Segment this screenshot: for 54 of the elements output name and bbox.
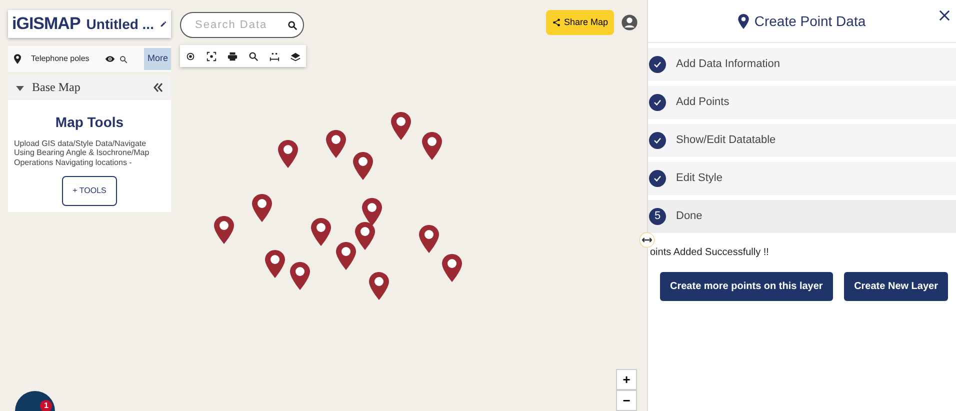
action-button[interactable]: Create more points on this layer: [660, 272, 833, 301]
share-button[interactable]: Share Map: [546, 10, 614, 35]
search-field[interactable]: Search Data: [180, 12, 304, 38]
location-pin-icon: [738, 14, 750, 28]
step-row[interactable]: Add Points: [648, 86, 956, 119]
more-button[interactable]: More: [144, 48, 171, 70]
map[interactable]: [0, 0, 647, 411]
resize-handle-icon[interactable]: [639, 232, 655, 248]
account-icon[interactable]: [621, 14, 638, 31]
success-message: oints Added Successfully !!: [650, 246, 770, 260]
map-pin-icon[interactable]: [336, 242, 356, 270]
step-row[interactable]: 5 Done: [648, 200, 956, 233]
tools-button[interactable]: + TOOLS: [62, 176, 118, 206]
map-pin-icon[interactable]: [214, 216, 234, 244]
print-icon[interactable]: [227, 50, 238, 62]
search-icon[interactable]: [287, 20, 298, 31]
collapse-icon[interactable]: [153, 82, 163, 92]
map-pin-icon[interactable]: [419, 225, 439, 253]
step-row[interactable]: Edit Style: [648, 162, 956, 195]
zoom-icon[interactable]: [119, 54, 128, 64]
action-button[interactable]: Create New Layer: [844, 272, 948, 301]
tools-description: Upload GIS data/Style Data/Navigate Using Bearing Angle & Isochrone/Map Operations Navigating locations -: [14, 138, 150, 168]
zoom-out-button[interactable]: −: [616, 390, 637, 411]
map-pin-icon[interactable]: [252, 194, 272, 222]
panel-title: Create Point Data: [754, 12, 866, 30]
map-pin-icon[interactable]: [355, 222, 375, 250]
map-pin-icon[interactable]: [265, 250, 285, 278]
map-pin-icon[interactable]: [353, 152, 373, 180]
map-pin-icon[interactable]: [422, 132, 442, 160]
map-pin-icon[interactable]: [442, 254, 462, 282]
eye-icon[interactable]: [105, 54, 116, 64]
target-icon[interactable]: [185, 50, 196, 62]
map-pin-icon[interactable]: [326, 130, 346, 158]
zoom-in-button[interactable]: +: [616, 369, 637, 390]
map-pin-icon[interactable]: [311, 218, 331, 246]
layers-icon[interactable]: [290, 50, 301, 62]
close-icon[interactable]: [939, 10, 950, 21]
search-icon[interactable]: [248, 50, 259, 62]
focus-icon[interactable]: [206, 50, 217, 62]
map-pin-icon[interactable]: [290, 262, 310, 290]
share-icon: [552, 18, 561, 27]
step-row[interactable]: Show/Edit Datatable: [648, 124, 956, 157]
map-pin-icon[interactable]: [369, 272, 389, 300]
pin-icon: [14, 54, 21, 64]
map-pin-icon[interactable]: [278, 140, 298, 168]
app-logo: iGISMAP: [12, 13, 80, 36]
tools-title: Map Tools: [54, 114, 125, 131]
layer-name: Telephone poles: [31, 53, 90, 65]
map-pin-icon[interactable]: [362, 198, 382, 226]
map-pin-icon[interactable]: [391, 112, 411, 140]
step-number: 5: [649, 208, 666, 225]
measure-icon[interactable]: [269, 50, 280, 62]
step-row[interactable]: Add Data Information: [648, 48, 956, 81]
map-title[interactable]: Untitled ...: [86, 14, 154, 34]
